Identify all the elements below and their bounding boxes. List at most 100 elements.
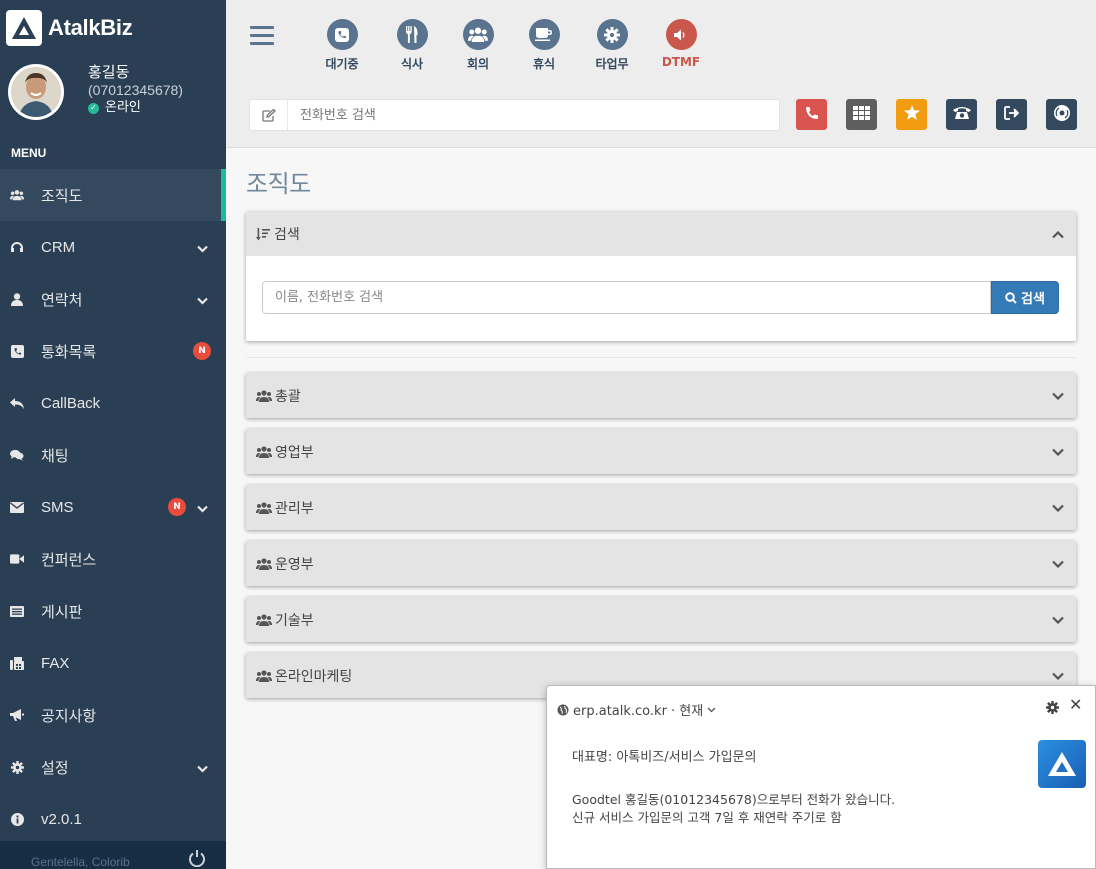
search-panel-title: 검색 [274,227,300,243]
reply-icon [10,396,24,410]
sign-out-icon [1003,105,1020,124]
chevron-down-icon [197,293,208,309]
favorite-button[interactable] [896,99,927,130]
sidebar-item-org-chart[interactable]: 조직도 [0,169,226,221]
status-label: 식사 [400,57,424,71]
status-waiting-button[interactable]: 대기중 [312,19,372,72]
dept-panel-sales[interactable]: 영업부 [246,429,1076,474]
status-label: 대기중 [325,57,359,71]
volume-icon [665,19,697,50]
chevron-down-icon[interactable] [1052,444,1064,460]
chevron-down-icon[interactable] [707,707,716,713]
new-badge: N [193,342,211,360]
chevron-down-icon[interactable] [1052,668,1064,684]
cutlery-icon [396,19,428,50]
search-panel: 검색 검색 [246,212,1076,341]
sidebar-item-label: 연락처 [41,291,83,309]
page-title: 조직도 [246,170,311,198]
sidebar-item-callback[interactable]: CallBack [0,377,226,429]
sidebar-item-crm[interactable]: CRM [0,221,226,273]
status-break-button[interactable]: 휴식 [514,19,574,72]
exit-button[interactable] [996,99,1027,130]
sidebar-item-label: 조직도 [41,187,83,205]
status-label: 온라인 [105,100,141,115]
call-button[interactable] [796,99,827,130]
sidebar-item-notice[interactable]: 공지사항 [0,689,226,741]
sidebar-item-chat[interactable]: 채팅 [0,429,226,481]
name-search-row: 검색 [262,281,1059,314]
users-icon [256,669,272,682]
users-icon [256,501,272,514]
edit-icon [250,100,288,130]
sidebar-item-label: CallBack [41,394,101,412]
notification-line: 신규 서비스 가입문의 고객 7일 후 재연락 주기로 함 [572,810,842,825]
app-logo-icon [1038,740,1086,788]
telephone-icon [952,105,971,124]
grid-icon [853,105,870,124]
brand-name: AtalkBiz [48,15,133,40]
dtmf-button[interactable]: DTMF [651,19,711,69]
sidebar-item-board[interactable]: 게시판 [0,585,226,637]
sidebar-item-contacts[interactable]: 연락처 [0,273,226,325]
users-icon [10,188,24,202]
sidebar-item-label: 통화목록 [41,343,97,361]
status-meeting-button[interactable]: 회의 [448,19,508,72]
dept-panel-technology[interactable]: 기술부 [246,597,1076,642]
comments-icon [10,448,24,462]
users-icon [256,613,272,626]
search-panel-header[interactable]: 검색 [246,212,1076,256]
gear-icon [10,760,24,774]
avatar[interactable] [8,64,64,120]
users-icon [256,389,272,402]
status-meal-button[interactable]: 식사 [382,19,442,72]
phone-icon [326,19,358,50]
bullhorn-icon [10,708,24,722]
sidebar-item-label: v2.0.1 [41,810,82,828]
gear-icon[interactable] [1046,699,1059,718]
fax-icon [10,656,24,670]
check-circle-icon: ✓ [88,102,99,114]
chevron-down-icon[interactable] [1052,388,1064,404]
search-icon [1005,291,1017,304]
menu-toggle-icon[interactable] [250,26,274,46]
incoming-call-notification[interactable]: erp.atalk.co.kr · 현재 ✕ 대표명: 아톡비즈/서비스 가입문… [546,685,1096,869]
star-icon [903,105,920,124]
dept-panel-operations[interactable]: 운영부 [246,541,1076,586]
phone-search-input[interactable] [288,101,779,129]
dept-panel-management[interactable]: 관리부 [246,485,1076,530]
sidebar-item-call-history[interactable]: 통화목록 N [0,325,226,377]
chevron-down-icon[interactable] [1052,500,1064,516]
record-button[interactable] [1046,99,1077,130]
keypad-button[interactable] [846,99,877,130]
brand[interactable]: AtalkBiz [6,10,133,46]
sidebar-item-label: 채팅 [41,447,69,465]
chevron-up-icon[interactable] [1052,227,1064,243]
notification-header: erp.atalk.co.kr · 현재 [557,700,716,719]
name-search-input[interactable] [262,281,991,314]
transfer-button[interactable] [946,99,977,130]
phone-icon [805,105,819,124]
power-icon[interactable] [188,849,206,869]
sidebar-item-version[interactable]: v2.0.1 [0,793,226,845]
sidebar-item-conference[interactable]: 컨퍼런스 [0,533,226,585]
dept-panel-general[interactable]: 총괄 [246,373,1076,418]
dept-name: 관리부 [275,500,314,517]
sidebar-item-settings[interactable]: 설정 [0,741,226,793]
user-icon [10,292,24,306]
section-divider [246,357,1076,358]
close-icon[interactable]: ✕ [1069,697,1082,713]
dept-name: 운영부 [275,556,314,573]
chevron-down-icon[interactable] [1052,612,1064,628]
video-icon [10,552,24,566]
notification-line: Goodtel 홍길동(01012345678)으로부터 전화가 왔습니다. [572,792,896,807]
chevron-down-icon[interactable] [1052,556,1064,572]
sidebar-item-fax[interactable]: FAX [0,637,226,689]
sidebar-item-sms[interactable]: SMS N [0,481,226,533]
profile-phone: (07012345678) [88,82,183,98]
search-button[interactable]: 검색 [991,281,1059,314]
status-label: DTMF [661,55,701,69]
sort-amount-icon [256,227,270,241]
chevron-down-icon [197,501,208,517]
dept-name: 기술부 [275,612,314,629]
status-other-work-button[interactable]: 타업무 [582,19,642,72]
